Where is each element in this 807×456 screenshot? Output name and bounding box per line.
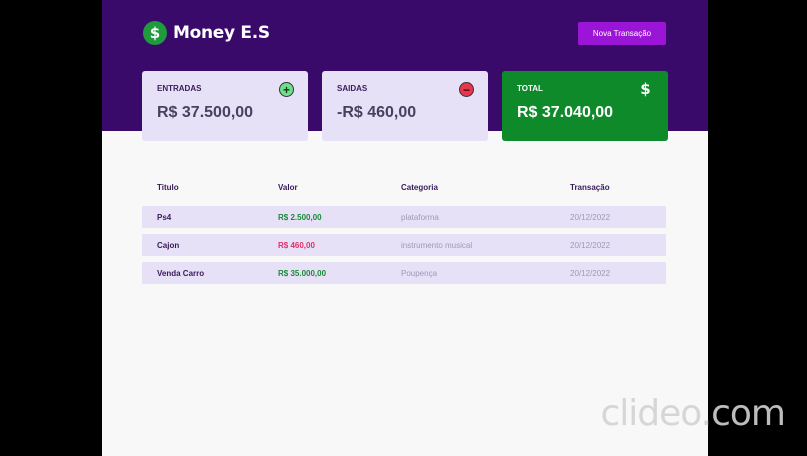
plus-circle-icon: + — [279, 82, 294, 97]
row-date: 20/12/2022 — [570, 213, 611, 222]
income-card: ENTRADAS + R$ 37.500,00 — [142, 71, 308, 141]
row-value: R$ 2.500,00 — [278, 213, 322, 222]
total-card-title: TOTAL — [517, 84, 543, 93]
expenses-card-value: -R$ 460,00 — [337, 104, 417, 121]
table-row[interactable]: Ps4 R$ 2.500,00 plataforma 20/12/2022 — [142, 206, 666, 228]
logo-text: Money E.S — [173, 23, 270, 43]
column-header-value: Valor — [278, 183, 298, 192]
income-card-title: ENTRADAS — [157, 84, 202, 93]
dollar-icon: $ — [640, 80, 651, 98]
summary-cards: ENTRADAS + R$ 37.500,00 SAIDAS − -R$ 460… — [142, 71, 668, 141]
transactions-table: Ps4 R$ 2.500,00 plataforma 20/12/2022 Ca… — [142, 206, 666, 290]
new-transaction-button[interactable]: Nova Transação — [578, 22, 666, 45]
app-window: $ Money E.S Nova Transação ENTRADAS + R$… — [102, 0, 708, 456]
row-category: instrumento musical — [401, 241, 473, 250]
column-header-date: Transação — [570, 183, 610, 192]
row-title: Ps4 — [157, 213, 172, 222]
total-card: TOTAL $ R$ 37.040,00 — [502, 71, 668, 141]
row-value: R$ 460,00 — [278, 241, 315, 250]
table-row[interactable]: Venda Carro R$ 35.000,00 Poupença 20/12/… — [142, 262, 666, 284]
row-value: R$ 35.000,00 — [278, 269, 327, 278]
table-row[interactable]: Cajon R$ 460,00 instrumento musical 20/1… — [142, 234, 666, 256]
column-header-title: Titulo — [157, 183, 179, 192]
income-card-value: R$ 37.500,00 — [157, 104, 254, 121]
video-frame: $ Money E.S Nova Transação ENTRADAS + R$… — [0, 0, 807, 456]
table-header: Titulo Valor Categoria Transação — [142, 183, 666, 197]
row-date: 20/12/2022 — [570, 241, 611, 250]
dollar-logo-icon: $ — [143, 21, 167, 45]
logo: $ Money E.S — [143, 21, 270, 45]
column-header-category: Categoria — [401, 183, 438, 192]
row-category: Poupença — [401, 269, 438, 278]
row-date: 20/12/2022 — [570, 269, 611, 278]
watermark: clideo.com — [600, 393, 786, 434]
total-card-value: R$ 37.040,00 — [517, 104, 614, 121]
expenses-card-title: SAIDAS — [337, 84, 368, 93]
expenses-card: SAIDAS − -R$ 460,00 — [322, 71, 488, 141]
minus-circle-icon: − — [459, 82, 474, 97]
row-category: plataforma — [401, 213, 439, 222]
row-title: Venda Carro — [157, 269, 205, 278]
row-title: Cajon — [157, 241, 180, 250]
